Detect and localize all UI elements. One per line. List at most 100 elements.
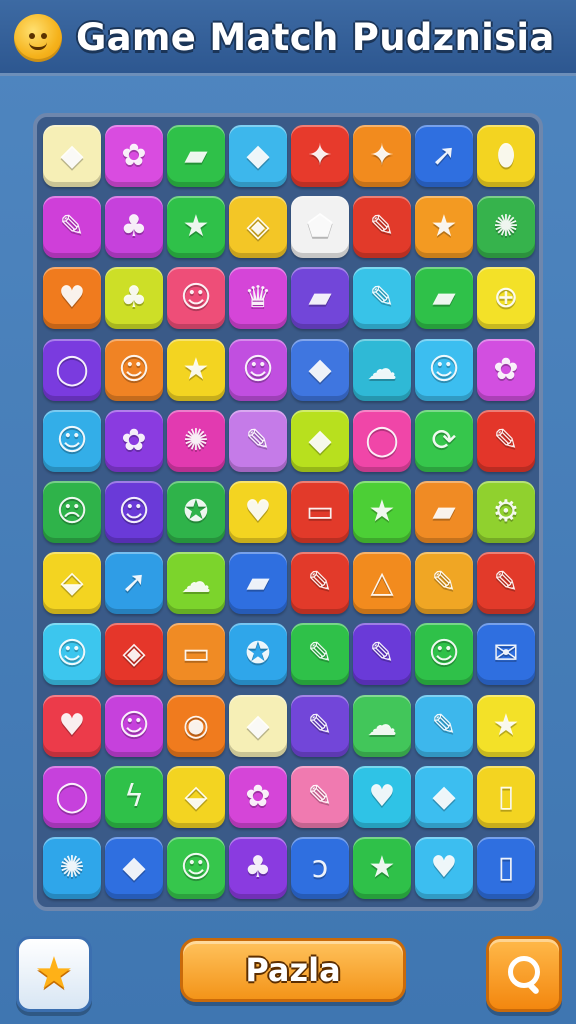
tile-heart[interactable]: ♥ [229,481,287,543]
tile-star[interactable]: ★ [167,338,225,401]
tile-phone[interactable]: ▯ [477,765,535,828]
tile-smiley[interactable]: ☺ [105,338,163,401]
bell-icon: ⬙ [184,778,208,814]
tile-phone[interactable]: ▯ [477,837,535,899]
tile-cloud[interactable]: ☁ [353,338,411,401]
tile-star[interactable]: ★ [353,837,411,899]
tile-star[interactable]: ★ [167,196,225,259]
tile-bell[interactable]: ⬙ [167,765,225,828]
tile-pentagon[interactable]: ⬟ [291,196,349,259]
tile-smiley[interactable]: ☺ [167,837,225,899]
tile-smiley[interactable]: ☺ [43,623,101,686]
tile-smiley[interactable]: ☺ [229,338,287,401]
tile-gem[interactable]: ◆ [43,125,101,187]
tile-whistle[interactable]: ✎ [291,623,349,686]
star-button[interactable]: ★ [16,936,92,1012]
tile-bloom[interactable]: ✿ [105,409,163,472]
tile-alien[interactable]: ☺ [105,694,163,757]
tile-block[interactable]: ▰ [229,552,287,615]
tile-star[interactable]: ★ [353,481,411,543]
tile-block[interactable]: ▰ [291,267,349,330]
tile-wand[interactable]: ✎ [353,267,411,330]
tile-gear[interactable]: ✺ [477,196,535,259]
tile-smiley[interactable]: ☺ [105,481,163,543]
heart-icon: ♥ [58,280,86,316]
tile-envelope[interactable]: ✉ [477,623,535,686]
tile-swirl[interactable]: ✪ [229,623,287,686]
tile-flower[interactable]: ✿ [105,125,163,187]
tile-smiley[interactable]: ☺ [415,623,473,686]
tile-heart[interactable]: ♥ [353,765,411,828]
tile-refresh[interactable]: ⟳ [415,409,473,472]
tile-gear[interactable]: ✺ [167,409,225,472]
tile-coin[interactable]: ✪ [167,481,225,543]
tile-smiley[interactable]: ☺ [167,267,225,330]
tile-bubble[interactable]: ☁ [167,552,225,615]
tile-gem[interactable]: ◆ [105,837,163,899]
tile-frame[interactable]: ⬙ [43,552,101,615]
tile-pencil[interactable]: ✎ [353,196,411,259]
gem-icon: ◆ [308,422,332,458]
tile-bolt[interactable]: ϟ [105,765,163,828]
tile-flower[interactable]: ✿ [477,338,535,401]
tile-bar[interactable]: ▰ [415,267,473,330]
tile-wand[interactable]: ✎ [291,694,349,757]
pazla-button[interactable]: Pazla [180,938,406,1002]
tile-arrow[interactable]: ➚ [415,125,473,187]
tile-cloud[interactable]: ☁ [353,694,411,757]
tile-box[interactable]: ▰ [415,481,473,543]
tile-pencil[interactable]: ✎ [415,694,473,757]
tile-gear[interactable]: ✺ [43,837,101,899]
tile-marker[interactable]: ✎ [415,552,473,615]
tile-ring[interactable]: ◯ [43,338,101,401]
swirl-icon: ✪ [245,636,271,672]
tile-smiley[interactable]: ☺ [415,338,473,401]
search-button[interactable] [486,936,562,1012]
tile-heart[interactable]: ♥ [43,267,101,330]
ring-icon: ◯ [55,778,89,814]
tile-star[interactable]: ★ [477,694,535,757]
tile-blob[interactable]: ✿ [229,765,287,828]
tile-target[interactable]: ⊕ [477,267,535,330]
tile-gem[interactable]: ◆ [291,338,349,401]
tile-oval[interactable]: ⬮ [477,125,535,187]
tile-ring[interactable]: ◯ [43,765,101,828]
tile-heart[interactable]: ♥ [43,694,101,757]
tile-sprout[interactable]: ♣ [229,837,287,899]
tile-leaf[interactable]: ◆ [229,694,287,757]
tile-hammer[interactable]: ✎ [477,552,535,615]
tile-star-burst[interactable]: ✦ [353,125,411,187]
tile-face[interactable]: ☹ [43,481,101,543]
tile-gear[interactable]: ⚙ [477,481,535,543]
tile-block[interactable]: ▰ [167,125,225,187]
tile-hook[interactable]: ↄ [291,837,349,899]
tile-crown[interactable]: ♛ [229,267,287,330]
smiley-icon: ☺ [118,494,150,529]
tile-brush[interactable]: ✎ [43,196,101,259]
tile-diamond[interactable]: ◈ [105,623,163,686]
gem-icon: ◆ [246,138,270,173]
tile-pen[interactable]: ✎ [477,409,535,472]
tile-button[interactable]: ◉ [167,694,225,757]
tile-screen[interactable]: ▭ [291,481,349,543]
crown-icon: ♛ [244,280,272,316]
tile-gem[interactable]: ◆ [415,765,473,828]
tile-sprout[interactable]: ♣ [105,196,163,259]
tile-gem[interactable]: ◆ [229,125,287,187]
tile-clip[interactable]: ✎ [291,552,349,615]
tile-torch[interactable]: ✎ [291,765,349,828]
pazla-button-label: Pazla [245,951,341,989]
tile-smiley[interactable]: ☺ [43,409,101,472]
tile-star[interactable]: ★ [415,196,473,259]
tile-arrow[interactable]: ➚ [105,552,163,615]
tile-crayon[interactable]: ✎ [353,623,411,686]
tile-heart[interactable]: ♥ [415,837,473,899]
tile-diamond[interactable]: ◈ [229,196,287,259]
tile-gem[interactable]: ◆ [291,409,349,472]
tile-splash[interactable]: ✦ [291,125,349,187]
tile-card[interactable]: ▭ [167,623,225,686]
tile-triangle[interactable]: △ [353,552,411,615]
tile-ring[interactable]: ◯ [353,409,411,472]
tile-leaf[interactable]: ♣ [105,267,163,330]
tile-eraser[interactable]: ✎ [229,409,287,472]
